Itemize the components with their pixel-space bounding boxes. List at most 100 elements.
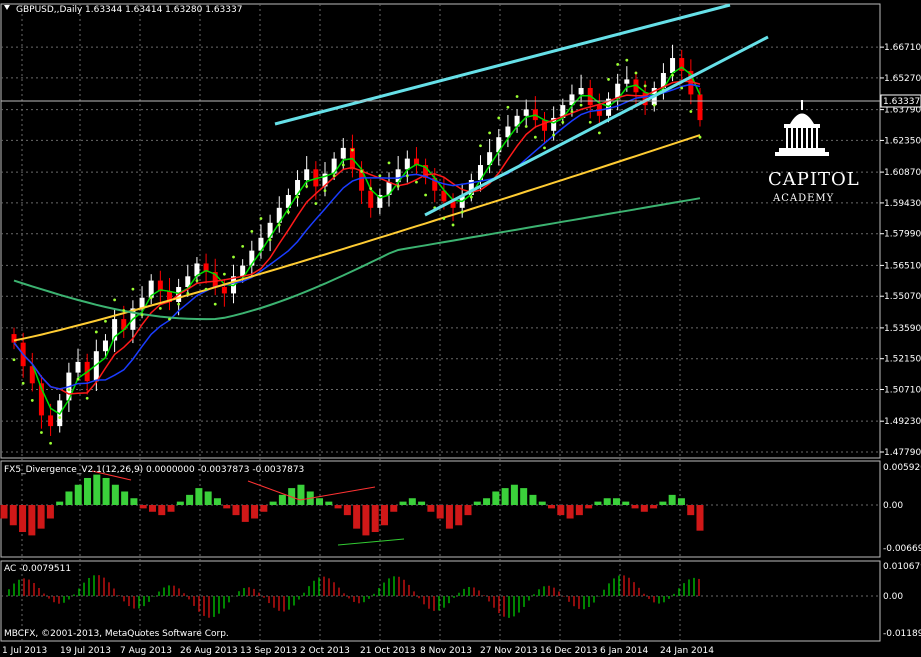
psar-dot [12, 358, 16, 362]
ac-axis-label: 0.0106792 [883, 562, 921, 572]
x-tick-label: 26 Aug 2013 [180, 646, 238, 656]
y-tick-label: 1.56510 [884, 261, 921, 271]
bull-candle [75, 361, 81, 373]
psar-dot [341, 163, 345, 167]
psar-dot [369, 187, 373, 190]
psar-dot [158, 307, 162, 310]
psar-dot [168, 317, 171, 321]
fx5-bar-negative [139, 505, 147, 509]
fx5-axis-label: 0.0059207 [883, 463, 921, 473]
fx5-bar-negative [0, 505, 8, 519]
fx5-bar-negative [445, 505, 453, 529]
psar-dot [570, 110, 574, 113]
fx5-bar-positive [622, 501, 630, 505]
copyright-label: MBCFX, ©2001-2013, MetaQuotes Software C… [4, 629, 229, 639]
bull-candle [404, 158, 410, 170]
psar-dot [497, 116, 501, 120]
fx5-bar-positive [473, 501, 481, 505]
psar-dot [30, 399, 34, 402]
trading-chart[interactable]: 1.667101.652701.637901.623501.608701.594… [0, 0, 921, 657]
y-tick-label: 1.49230 [884, 417, 921, 427]
fx5-bar-positive [74, 484, 82, 505]
fx5-bar-positive [297, 484, 305, 505]
psar-dot [616, 63, 620, 66]
psar-dot [552, 133, 556, 137]
fx5-bar-positive [278, 494, 286, 505]
fx5-bar-positive [408, 498, 416, 505]
fx5-bar-positive [204, 491, 212, 505]
fx5-bar-positive [316, 498, 324, 505]
fx5-bar-positive [483, 498, 491, 505]
bull-candle [340, 147, 346, 159]
y-tick-label: 1.65270 [884, 74, 921, 84]
fx5-bar-negative [251, 505, 259, 519]
symbol-label: GBPUSD,,Daily [16, 5, 83, 15]
fx5-bar-positive [399, 501, 407, 505]
fx5-bar-negative [650, 505, 658, 509]
psar-dot [625, 58, 629, 62]
psar-dot [122, 309, 126, 312]
psar-dot [378, 174, 382, 178]
fx5-bar-positive [492, 491, 500, 505]
fx5-axis-label: -0.0066922 [883, 544, 921, 554]
bull-candle [670, 58, 676, 74]
bull-candle [624, 79, 630, 84]
fx5-bar-negative [640, 505, 648, 512]
psar-dot [268, 238, 272, 242]
fx5-bar-positive [84, 477, 92, 505]
ohlc-label: 1.63344 1.63414 1.63280 1.63337 [85, 5, 242, 15]
fx5-bar-positive [520, 488, 528, 505]
y-tick-label: 1.53590 [884, 324, 921, 334]
fx5-axis-label: 0.00 [883, 501, 903, 511]
fx5-bar-negative [158, 505, 166, 516]
fx5-bar-negative [575, 505, 583, 516]
fx5-bar-negative [46, 505, 54, 519]
y-tick-label: 1.50710 [884, 386, 921, 396]
x-tick-label: 21 Oct 2013 [360, 646, 416, 656]
fx5-bar-positive [538, 501, 546, 505]
fx5-bar-negative [566, 505, 574, 519]
y-tick-label: 1.60870 [884, 168, 921, 178]
fx5-bar-negative [260, 505, 268, 512]
y-tick-label: 1.66710 [884, 43, 921, 53]
fx5-bar-negative [631, 505, 639, 509]
bear-candle [11, 334, 17, 343]
psar-dot [287, 210, 290, 214]
psar-dot [415, 180, 418, 184]
psar-dot [460, 210, 464, 214]
psar-dot [561, 120, 565, 124]
psar-dot [351, 148, 354, 152]
psar-dot [49, 441, 52, 445]
fx5-bar-negative [696, 505, 704, 531]
psar-dot [698, 135, 702, 139]
fx5-bar-positive [269, 501, 277, 505]
bull-candle [523, 109, 529, 116]
current-price-label: 1.63337 [883, 97, 920, 107]
psar-dot [131, 287, 135, 291]
fx5-bar-negative [464, 505, 472, 516]
ac-axis-label: 0.00 [883, 592, 903, 602]
fx5-bar-positive [130, 498, 138, 505]
psar-dot [360, 170, 363, 173]
fx5-bar-negative [232, 505, 240, 516]
psar-dot [451, 223, 455, 227]
psar-dot [469, 195, 473, 199]
fx5-bar-negative [343, 505, 351, 516]
fx5-bar-negative [353, 505, 361, 529]
y-tick-label: 1.57990 [884, 230, 921, 240]
fx5-bar-negative [223, 505, 231, 509]
psar-dot [479, 144, 482, 148]
psar-dot [533, 135, 537, 139]
fx5-bar-negative [371, 505, 379, 533]
fx5-bar-negative [557, 505, 565, 516]
psar-dot [296, 195, 299, 199]
psar-dot [104, 319, 107, 323]
psar-dot [58, 416, 62, 419]
fx5-bar-negative [585, 505, 593, 509]
fx5-bar-negative [687, 505, 695, 516]
logo-line1: CAPITOL [768, 169, 860, 190]
psar-dot [94, 330, 98, 334]
fx5-bar-negative [9, 505, 17, 526]
psar-dot [634, 71, 638, 75]
y-tick-label: 1.47790 [884, 448, 921, 458]
